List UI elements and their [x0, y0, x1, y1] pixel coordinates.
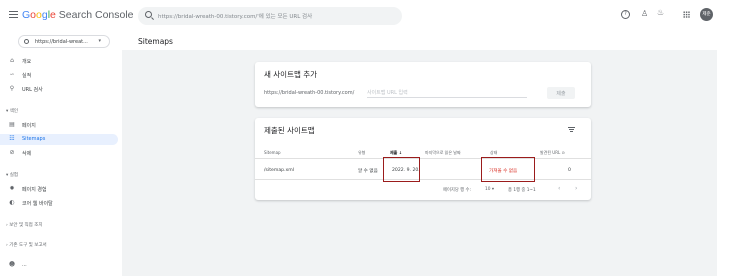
sidebar-section-index[interactable]: ▾ 색인: [6, 108, 18, 114]
manage-users-icon[interactable]: ♙: [641, 9, 648, 18]
sidebar-item-pages[interactable]: ▤ 페이지: [0, 120, 118, 131]
column-header-type[interactable]: 유형: [358, 150, 365, 156]
column-header-status[interactable]: 상태: [490, 150, 497, 156]
sitemap-icon: ☷: [9, 135, 15, 142]
column-header-discovered-urls[interactable]: 발견된 URL ⊙: [540, 150, 565, 156]
remove-icon: ⊘: [9, 149, 15, 156]
menu-icon[interactable]: [9, 11, 18, 18]
cell-discovered-urls: 0: [568, 168, 571, 173]
sidebar-item-sitemaps[interactable]: ☷ Sitemaps: [0, 134, 118, 145]
divider: [255, 158, 591, 159]
notifications-icon[interactable]: ♨: [657, 8, 664, 17]
gauge-icon: ◐: [9, 199, 15, 206]
sidebar-item-more[interactable]: ☻ ...: [0, 260, 118, 271]
cell-type: 알 수 없음: [358, 169, 378, 174]
property-label: https://bridal-wreat...: [35, 39, 88, 45]
column-header-submitted[interactable]: 제출 ↓: [390, 150, 402, 156]
sidebar-section-security[interactable]: › 보안 및 직접 조치: [6, 222, 43, 228]
cell-sitemap[interactable]: /sitemap.xml: [264, 168, 294, 173]
home-icon: ⌂: [10, 57, 14, 64]
search-icon: [145, 11, 152, 18]
help-icon[interactable]: ?: [621, 10, 630, 19]
chevron-right-icon[interactable]: ›: [575, 185, 577, 192]
gear-icon: ✹: [9, 185, 15, 192]
main-content: 새 사이트맵 추가 https://bridal-wreath-00.tisto…: [122, 50, 717, 276]
highlight-box-submitted-date: [383, 157, 420, 182]
sidebar-item-url-inspection[interactable]: ⚲ URL 검사: [0, 84, 118, 95]
divider: [255, 179, 591, 180]
sidebar-item-performance[interactable]: ∽ 실적: [0, 70, 118, 81]
submitted-sitemaps-card: 제출된 사이트맵 Sitemap 유형 제출 ↓ 마지막으로 읽은 날짜 상태 …: [255, 118, 591, 200]
filter-icon[interactable]: [568, 127, 575, 133]
sidebar-item-overview[interactable]: ⌂ 개요: [0, 56, 118, 67]
search-placeholder: https://bridal-wreath-00.tistory.com/'에 …: [158, 14, 313, 20]
sidebar-section-experience[interactable]: ▾ 실험: [6, 172, 18, 178]
avatar[interactable]: 제준: [700, 8, 713, 21]
sidebar-item-page-experience[interactable]: ✹ 페이지 경험: [0, 184, 118, 195]
submitted-sitemaps-title: 제출된 사이트맵: [264, 126, 315, 135]
apps-grid-icon[interactable]: [683, 11, 690, 18]
property-selector[interactable]: https://bridal-wreat... ▾: [18, 35, 110, 48]
page-title: Sitemaps: [138, 37, 173, 46]
top-app-bar: Google Search Console https://bridal-wre…: [0, 0, 731, 32]
add-sitemap-title: 새 사이트맵 추가: [264, 70, 318, 79]
sidebar-section-legacy-tools[interactable]: › 기존 도구 및 보고서: [6, 242, 47, 248]
pagination-range: 총 1행 중 1~1: [508, 188, 536, 193]
highlight-box-status: [481, 157, 535, 182]
rows-per-page-select[interactable]: 10 ▾: [485, 187, 494, 192]
chevron-left-icon[interactable]: ‹: [558, 185, 560, 192]
submit-button[interactable]: 제출: [547, 87, 575, 99]
add-sitemap-card: 새 사이트맵 추가 https://bridal-wreath-00.tisto…: [255, 62, 591, 107]
column-header-last-read[interactable]: 마지막으로 읽은 날짜: [425, 150, 461, 156]
app-logo[interactable]: Google Search Console: [22, 9, 134, 21]
column-header-sitemap[interactable]: Sitemap: [264, 150, 281, 155]
search-icon: ⚲: [9, 85, 15, 92]
trending-icon: ∽: [9, 71, 15, 78]
sidebar-item-removals[interactable]: ⊘ 삭제: [0, 148, 118, 159]
chevron-down-icon: ▾: [98, 38, 101, 44]
people-icon: ☻: [8, 261, 16, 268]
sidebar-item-core-web-vitals[interactable]: ◐ 코어 웹 바이탈: [0, 198, 118, 209]
url-inspect-search[interactable]: https://bridal-wreath-00.tistory.com/'에 …: [138, 7, 402, 25]
sitemap-url-prefix: https://bridal-wreath-00.tistory.com/: [264, 90, 355, 96]
property-icon: [24, 39, 29, 44]
sitemap-url-input[interactable]: [367, 87, 527, 98]
page-icon: ▤: [9, 121, 15, 128]
rows-per-page-label: 페이지당 행 수:: [443, 188, 471, 193]
